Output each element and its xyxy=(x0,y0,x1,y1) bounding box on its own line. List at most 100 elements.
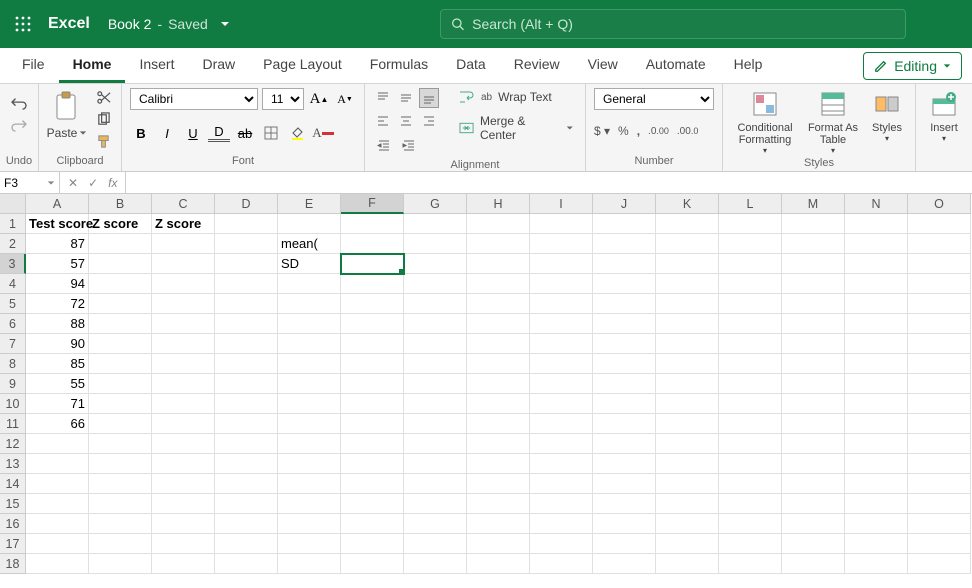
cell-C7[interactable] xyxy=(152,334,215,354)
row-header-8[interactable]: 8 xyxy=(0,354,26,374)
cell-D14[interactable] xyxy=(215,474,278,494)
align-left-button[interactable] xyxy=(373,111,393,131)
undo-button[interactable] xyxy=(10,96,28,110)
cell-O4[interactable] xyxy=(908,274,971,294)
cell-L13[interactable] xyxy=(719,454,782,474)
cell-D10[interactable] xyxy=(215,394,278,414)
cell-E18[interactable] xyxy=(278,554,341,574)
cell-A9[interactable]: 55 xyxy=(26,374,89,394)
cell-C10[interactable] xyxy=(152,394,215,414)
tab-review[interactable]: Review xyxy=(500,48,574,83)
cell-J9[interactable] xyxy=(593,374,656,394)
cell-C16[interactable] xyxy=(152,514,215,534)
cell-B11[interactable] xyxy=(89,414,152,434)
cell-F12[interactable] xyxy=(341,434,404,454)
cell-C15[interactable] xyxy=(152,494,215,514)
cell-F1[interactable] xyxy=(341,214,404,234)
cell-D12[interactable] xyxy=(215,434,278,454)
cell-K15[interactable] xyxy=(656,494,719,514)
tab-formulas[interactable]: Formulas xyxy=(356,48,442,83)
cell-C13[interactable] xyxy=(152,454,215,474)
cell-F8[interactable] xyxy=(341,354,404,374)
cell-E5[interactable] xyxy=(278,294,341,314)
cell-N15[interactable] xyxy=(845,494,908,514)
cell-E16[interactable] xyxy=(278,514,341,534)
cell-K5[interactable] xyxy=(656,294,719,314)
cell-F3[interactable] xyxy=(341,254,404,274)
comma-button[interactable]: , xyxy=(637,124,640,138)
cell-G17[interactable] xyxy=(404,534,467,554)
cell-K14[interactable] xyxy=(656,474,719,494)
align-right-button[interactable] xyxy=(419,111,439,131)
insert-cells-button[interactable]: Insert▾ xyxy=(924,88,964,143)
cell-E14[interactable] xyxy=(278,474,341,494)
italic-button[interactable]: I xyxy=(156,122,178,144)
cell-H17[interactable] xyxy=(467,534,530,554)
currency-button[interactable]: $ ▾ xyxy=(594,124,610,138)
select-all-corner[interactable] xyxy=(0,194,26,214)
cell-E1[interactable] xyxy=(278,214,341,234)
cell-H14[interactable] xyxy=(467,474,530,494)
fx-icon[interactable]: fx xyxy=(108,176,117,190)
cell-I2[interactable] xyxy=(530,234,593,254)
align-center-button[interactable] xyxy=(396,111,416,131)
cell-H18[interactable] xyxy=(467,554,530,574)
column-header-K[interactable]: K xyxy=(656,194,719,214)
row-header-10[interactable]: 10 xyxy=(0,394,26,414)
cell-K3[interactable] xyxy=(656,254,719,274)
cell-G8[interactable] xyxy=(404,354,467,374)
cell-A3[interactable]: 57 xyxy=(26,254,89,274)
row-header-7[interactable]: 7 xyxy=(0,334,26,354)
cell-B6[interactable] xyxy=(89,314,152,334)
cell-G9[interactable] xyxy=(404,374,467,394)
cell-E13[interactable] xyxy=(278,454,341,474)
cell-L7[interactable] xyxy=(719,334,782,354)
cell-D3[interactable] xyxy=(215,254,278,274)
row-header-1[interactable]: 1 xyxy=(0,214,26,234)
cell-F15[interactable] xyxy=(341,494,404,514)
cell-K6[interactable] xyxy=(656,314,719,334)
cell-O5[interactable] xyxy=(908,294,971,314)
cell-M8[interactable] xyxy=(782,354,845,374)
cell-N13[interactable] xyxy=(845,454,908,474)
shrink-font-button[interactable]: A▼ xyxy=(334,88,356,110)
cell-M12[interactable] xyxy=(782,434,845,454)
format-painter-button[interactable] xyxy=(93,132,113,150)
cell-D4[interactable] xyxy=(215,274,278,294)
column-header-A[interactable]: A xyxy=(26,194,89,214)
cell-O17[interactable] xyxy=(908,534,971,554)
cell-B10[interactable] xyxy=(89,394,152,414)
cell-H12[interactable] xyxy=(467,434,530,454)
cell-N14[interactable] xyxy=(845,474,908,494)
cell-L12[interactable] xyxy=(719,434,782,454)
cell-L3[interactable] xyxy=(719,254,782,274)
cell-B18[interactable] xyxy=(89,554,152,574)
cell-L17[interactable] xyxy=(719,534,782,554)
cell-C9[interactable] xyxy=(152,374,215,394)
cell-H5[interactable] xyxy=(467,294,530,314)
cell-A2[interactable]: 87 xyxy=(26,234,89,254)
column-header-C[interactable]: C xyxy=(152,194,215,214)
tab-automate[interactable]: Automate xyxy=(632,48,720,83)
conditional-formatting-button[interactable]: Conditional Formatting▾ xyxy=(731,88,799,155)
cell-A6[interactable]: 88 xyxy=(26,314,89,334)
font-color-button[interactable]: A xyxy=(312,122,334,144)
cell-I18[interactable] xyxy=(530,554,593,574)
cell-H16[interactable] xyxy=(467,514,530,534)
cell-I9[interactable] xyxy=(530,374,593,394)
cell-M9[interactable] xyxy=(782,374,845,394)
cell-N6[interactable] xyxy=(845,314,908,334)
cell-B7[interactable] xyxy=(89,334,152,354)
cell-F2[interactable] xyxy=(341,234,404,254)
cell-I12[interactable] xyxy=(530,434,593,454)
cell-B4[interactable] xyxy=(89,274,152,294)
align-bottom-button[interactable] xyxy=(419,88,439,108)
wrap-text-button[interactable]: ab Wrap Text xyxy=(455,88,577,106)
cell-J6[interactable] xyxy=(593,314,656,334)
tab-data[interactable]: Data xyxy=(442,48,500,83)
cell-L18[interactable] xyxy=(719,554,782,574)
cell-J8[interactable] xyxy=(593,354,656,374)
cell-K12[interactable] xyxy=(656,434,719,454)
cell-K8[interactable] xyxy=(656,354,719,374)
cell-D9[interactable] xyxy=(215,374,278,394)
